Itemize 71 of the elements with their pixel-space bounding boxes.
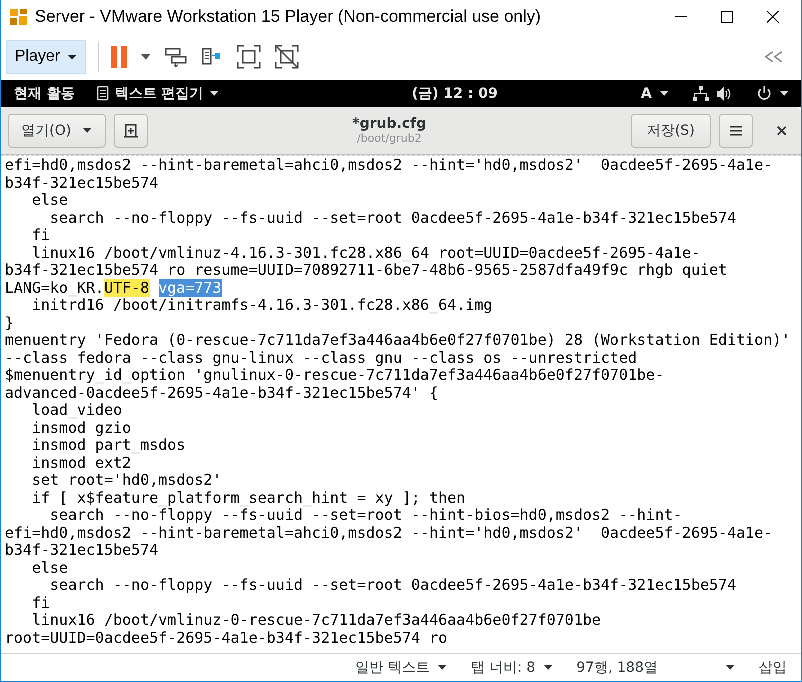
code-text: } [5,314,14,332]
caret-icon[interactable] [780,91,790,96]
fullscreen-icon[interactable] [237,45,261,69]
caret-icon[interactable] [68,54,77,60]
code-text: insmod gzio [31,418,132,436]
power-icon[interactable] [757,86,772,101]
code-text: linux16 /boot/vmlinuz-4.16.3-301.fc28.x86_64 root=UUID=0acdee5f-2695-4a1e- [31,244,700,262]
input-method-indicator[interactable]: A [641,86,652,102]
code-text: advanced-0acdee5f-2695-4a1e-b34f-321ec15be574' { [5,384,438,402]
caret-icon[interactable] [83,128,92,133]
tab-width-menu[interactable]: 탭 너비: 8 [471,658,553,676]
close-icon[interactable] [777,126,787,136]
code-text: b34f-321ec15be574 [5,174,159,192]
code-text: efi=hd0,msdos2 --hint-baremetal=ahci0,msdos2 --hint='hd0,msdos2' 0acdee5f-2695-4a1e- [5,156,773,174]
cursor-position-menu[interactable]: 97행, 188열 [576,658,735,676]
pause-icon[interactable] [111,46,127,68]
code-text: set root='hd0,msdos2' [31,471,222,489]
clock[interactable]: (금) 12 : 09 [412,84,498,102]
code-text: search --no-floppy --fs-uuid --set=root --hint-bios=hd0,msdos2 --hint- [49,506,682,524]
network-icon[interactable] [693,86,710,102]
code-text: insmod part_msdos [31,436,186,454]
code-text: efi=hd0,msdos2 --hint-baremetal=ahci0,msdos2 --hint='hd0,msdos2' 0acdee5f-2695-4a1e- [5,524,773,542]
code-text: b34f-321ec15be574 ro resume=UUID=70892711-6be7-48b6-9565-2587dfa49f9c rhgb quiet [5,261,728,279]
code-text: load_video [31,401,122,419]
document-path: /boot/grub2 [357,132,422,145]
code-text: root=UUID=0acdee5f-2695-4a1e-b34f-321ec15be574 ro [5,628,448,646]
code-text: linux16 /boot/vmlinuz-0-rescue-7c711da7ef3a446aa4b6e0f27f0701be [31,611,602,629]
code-text: LANG=ko_KR. [5,278,104,296]
app-menu-button[interactable]: 텍스트 편집기 [114,84,204,102]
code-text: initrd16 /boot/initramfs-4.16.3-301.fc28.x86_64.img [32,296,493,314]
code-text: search --no-floppy --fs-uuid --set=root 0acdee5f-2695-4a1e-b34f-321ec15be574 [49,576,736,594]
caret-icon[interactable] [210,91,219,96]
save-button[interactable]: 저장(S) [631,114,711,148]
code-text: else [31,191,68,209]
new-tab-button[interactable] [114,114,148,148]
language-menu[interactable]: 일반 텍스트 [356,658,448,676]
maximize-icon[interactable] [721,11,733,23]
code-text: $menuentry_id_option 'gnulinux-0-rescue-7c711da7ef3a446aa4b6e0f27f0701be- [5,366,664,384]
caret-icon [544,665,553,670]
open-button[interactable]: 열기(O) [8,114,106,148]
code-text: fi [31,226,50,244]
volume-icon[interactable] [717,86,734,100]
activities-button[interactable]: 현재 활동 [14,84,75,102]
insert-mode-label: 삽입 [759,658,787,676]
code-text: else [31,558,68,576]
collapse-icon[interactable] [765,51,783,63]
code-text: b34f-321ec15be574 [5,541,159,559]
send-keys-icon[interactable] [165,46,187,68]
window-title: Server - VMware Workstation 15 Player (Non-commercial use only) [35,7,542,27]
search-match-text: UTF-8 [104,278,150,296]
code-text: search --no-floppy --fs-uuid --set=root 0acdee5f-2695-4a1e-b34f-321ec15be574 [49,208,736,226]
code-text: menuentry 'Fedora (0-rescue-7c711da7ef3a446aa4b6e0f27f0701be) 28 (Workstation Edition)' [5,331,791,349]
notepad-icon [96,86,109,101]
player-menu-button[interactable]: Player [6,40,86,74]
code-text: insmod ext2 [31,454,132,472]
caret-icon [726,665,735,670]
new-tab-icon [123,122,139,138]
document-title: *grub.cfg [352,116,426,132]
code-text: fi [31,594,50,612]
caret-icon [438,665,448,670]
plug-icon[interactable] [201,46,223,68]
caret-icon[interactable] [660,91,670,96]
menu-icon [730,126,742,136]
unity-icon[interactable] [275,45,299,69]
app-logo-icon [9,7,29,27]
selected-text: vga=773 [158,278,222,296]
code-text: if [ x$feature_platform_search_hint = xy ]; then [31,488,466,506]
code-text: --class fedora --class gnu-linux --class gnu --class os --unrestricted [5,348,638,366]
close-icon[interactable] [767,11,779,23]
menu-button[interactable] [719,114,753,148]
caret-icon[interactable] [141,54,151,60]
